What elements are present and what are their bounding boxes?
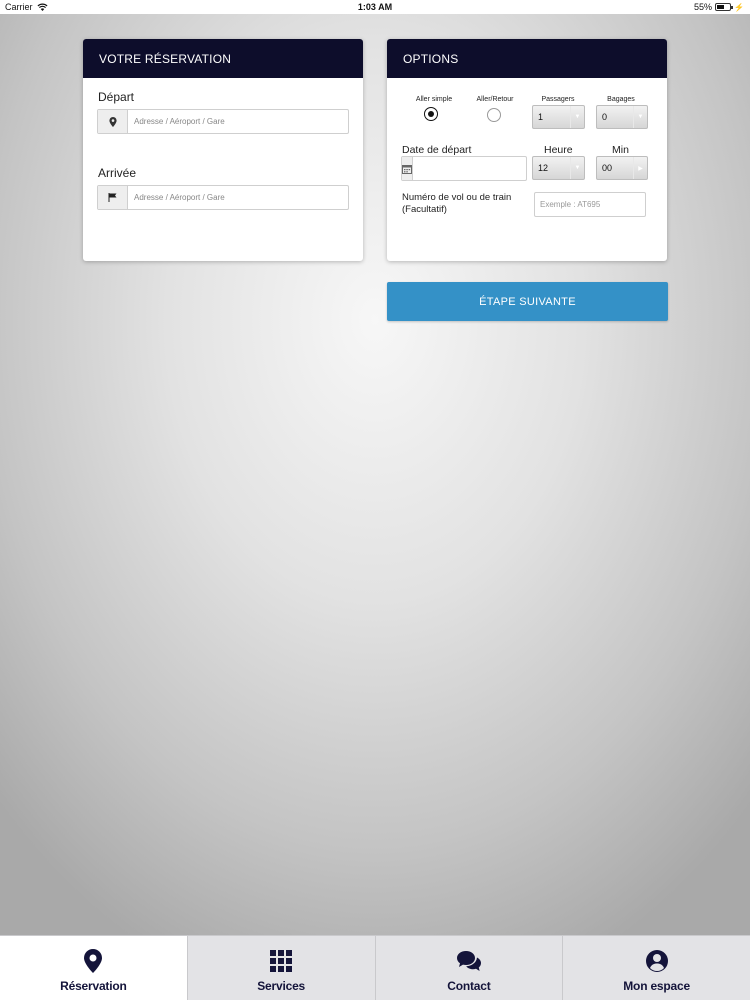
passengers-value: 1	[538, 112, 544, 122]
flight-input[interactable]	[534, 192, 646, 217]
luggage-select[interactable]: 0 ▼	[596, 105, 648, 129]
tab-bar: Réservation Services Contact Mon espace	[0, 935, 750, 1000]
clock: 1:03 AM	[357, 2, 393, 12]
battery-icon	[715, 3, 734, 11]
flag-icon	[98, 186, 128, 209]
hour-label: Heure	[544, 144, 573, 156]
luggage-value: 0	[602, 112, 608, 122]
calendar-icon	[402, 157, 413, 180]
chevron-down-icon: ▼	[633, 106, 647, 128]
departure-field[interactable]	[97, 109, 349, 134]
round-trip-radio[interactable]	[487, 108, 501, 122]
departure-label: Départ	[98, 90, 135, 104]
grid-icon	[268, 948, 294, 974]
date-label: Date de départ	[402, 144, 472, 156]
battery-percent: 55%	[694, 2, 713, 12]
reservation-title: VOTRE RÉSERVATION	[83, 39, 363, 78]
map-pin-icon	[80, 948, 106, 974]
chat-icon	[456, 948, 482, 974]
charging-icon: ⚡	[734, 2, 744, 12]
options-title: OPTIONS	[387, 39, 667, 78]
tab-services-label: Services	[257, 979, 306, 993]
tab-contact-label: Contact	[447, 979, 491, 993]
passengers-select[interactable]: 1 ▼	[532, 105, 585, 129]
minute-value: 00	[602, 163, 613, 173]
tab-contact[interactable]: Contact	[376, 936, 564, 1000]
arrival-input[interactable]	[128, 186, 348, 209]
luggage-label: Bagages	[607, 96, 635, 103]
status-right: 55% ⚡	[694, 2, 744, 12]
passengers-label: Passagers	[541, 96, 575, 103]
reservation-card: VOTRE RÉSERVATION Départ Arrivée	[83, 39, 363, 261]
map-marker-icon	[98, 110, 128, 133]
next-step-button[interactable]: ÉTAPE SUIVANTE	[387, 282, 668, 321]
tab-services[interactable]: Services	[188, 936, 376, 1000]
tab-my-space[interactable]: Mon espace	[563, 936, 750, 1000]
tab-reservation-label: Réservation	[60, 979, 127, 993]
one-way-label: Aller simple	[415, 96, 453, 103]
one-way-radio[interactable]	[424, 107, 438, 121]
date-field[interactable]	[401, 156, 529, 181]
options-card: OPTIONS Aller simple Aller/Retour Passag…	[387, 39, 667, 261]
arrival-label: Arrivée	[98, 166, 137, 180]
round-trip-label: Aller/Retour	[476, 96, 514, 103]
arrival-field[interactable]	[97, 185, 349, 210]
chevron-down-icon: ▼	[570, 106, 584, 128]
chevron-right-icon: ▶	[633, 157, 647, 179]
tab-my-space-label: Mon espace	[623, 979, 690, 993]
departure-input[interactable]	[128, 110, 348, 133]
chevron-down-icon: ▼	[570, 157, 584, 179]
status-bar: Carrier 1:03 AM 55% ⚡	[0, 0, 750, 14]
hour-value: 12	[538, 163, 549, 173]
minute-select[interactable]: 00 ▶	[596, 156, 648, 180]
flight-label: Numéro de vol ou de train (Facultatif)	[402, 192, 512, 215]
minute-label: Min	[612, 144, 629, 156]
hour-select[interactable]: 12 ▼	[532, 156, 585, 180]
date-input[interactable]	[413, 157, 529, 180]
user-icon	[644, 948, 670, 974]
tab-reservation[interactable]: Réservation	[0, 936, 188, 1000]
